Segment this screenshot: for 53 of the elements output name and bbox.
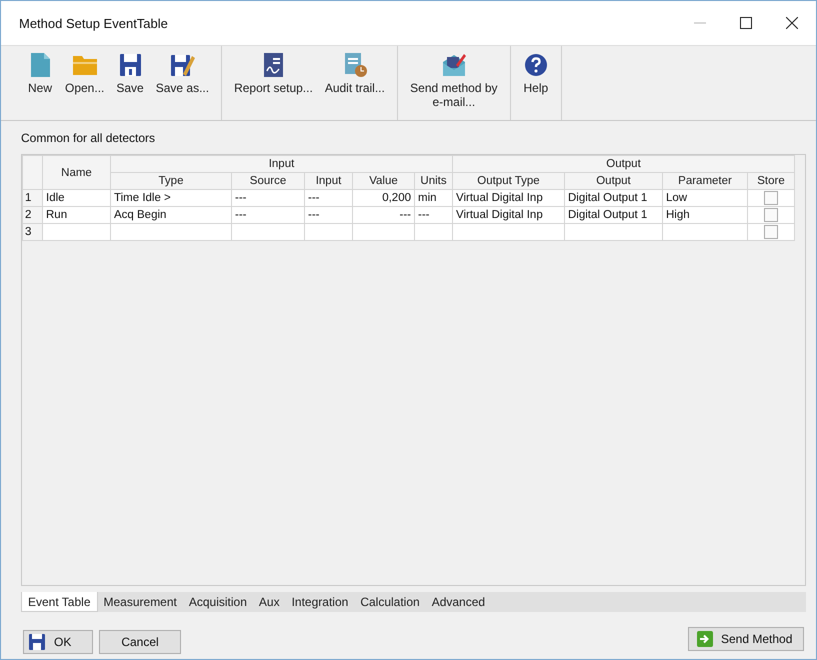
window-title: Method Setup EventTable <box>19 16 168 30</box>
table-cell: Time Idle > <box>110 190 232 206</box>
table-cell: --- <box>232 190 304 206</box>
toolbar-button[interactable]: Save as... <box>150 50 216 98</box>
table-cell: --- <box>304 190 352 206</box>
table-cell: min <box>414 190 452 206</box>
table-cell: --- <box>232 206 304 224</box>
toolbar-button[interactable]: New <box>21 50 59 98</box>
send-method-button[interactable]: Send Method <box>688 627 804 651</box>
tab[interactable]: Calculation <box>354 592 426 612</box>
column-header: Name <box>42 156 110 190</box>
table-cell: Run <box>42 206 110 224</box>
table-cell: Digital Output 1 <box>564 190 662 206</box>
toolbar-button[interactable]: Audit trail... <box>318 50 391 98</box>
table-cell: --- <box>352 206 414 224</box>
group-header: Input <box>110 156 452 172</box>
column-header: Input <box>304 172 352 190</box>
table-cell: Acq Begin <box>110 206 232 224</box>
column-header: Output Type <box>452 172 564 190</box>
toolbar-button[interactable]: Send method by e-mail... <box>404 50 504 112</box>
toolbar-button[interactable]: Help <box>516 50 555 98</box>
toolbar-button[interactable]: Report setup... <box>228 50 319 98</box>
section-label: Common for all detectors <box>21 131 156 145</box>
cancel-button[interactable]: Cancel <box>99 630 181 654</box>
toolbar-button[interactable]: Open... <box>59 50 110 98</box>
table-cell: --- <box>414 206 452 224</box>
tab[interactable]: Advanced <box>426 592 492 612</box>
column-header: Parameter <box>662 172 748 190</box>
tab[interactable]: Event Table <box>21 592 98 612</box>
column-header: Type <box>110 172 232 190</box>
table-cell: Virtual Digital Inp <box>452 206 564 224</box>
column-header: Source <box>232 172 304 190</box>
table-cell: Low <box>662 190 748 206</box>
column-header: Value <box>352 172 414 190</box>
column-header: Output <box>564 172 662 190</box>
toolbar-button[interactable]: Save <box>110 50 150 98</box>
row-number: 2 <box>22 206 42 224</box>
column-header: Units <box>414 172 452 190</box>
tab[interactable]: Acquisition <box>182 592 253 612</box>
tab[interactable]: Measurement <box>98 592 183 612</box>
table-cell: Digital Output 1 <box>564 206 662 224</box>
tab[interactable]: Integration <box>286 592 354 612</box>
table-cell: Virtual Digital Inp <box>452 190 564 206</box>
row-number: 1 <box>22 190 42 206</box>
table-cell: Idle <box>42 190 110 206</box>
column-header: Store <box>748 172 795 190</box>
table-cell: --- <box>304 206 352 224</box>
tab[interactable]: Aux <box>252 592 286 612</box>
group-header: Output <box>452 156 795 172</box>
ok-button[interactable]: OK <box>23 630 93 654</box>
table-cell: High <box>662 206 748 224</box>
table-cell: 0,200 <box>352 190 414 206</box>
row-number: 3 <box>22 224 42 240</box>
